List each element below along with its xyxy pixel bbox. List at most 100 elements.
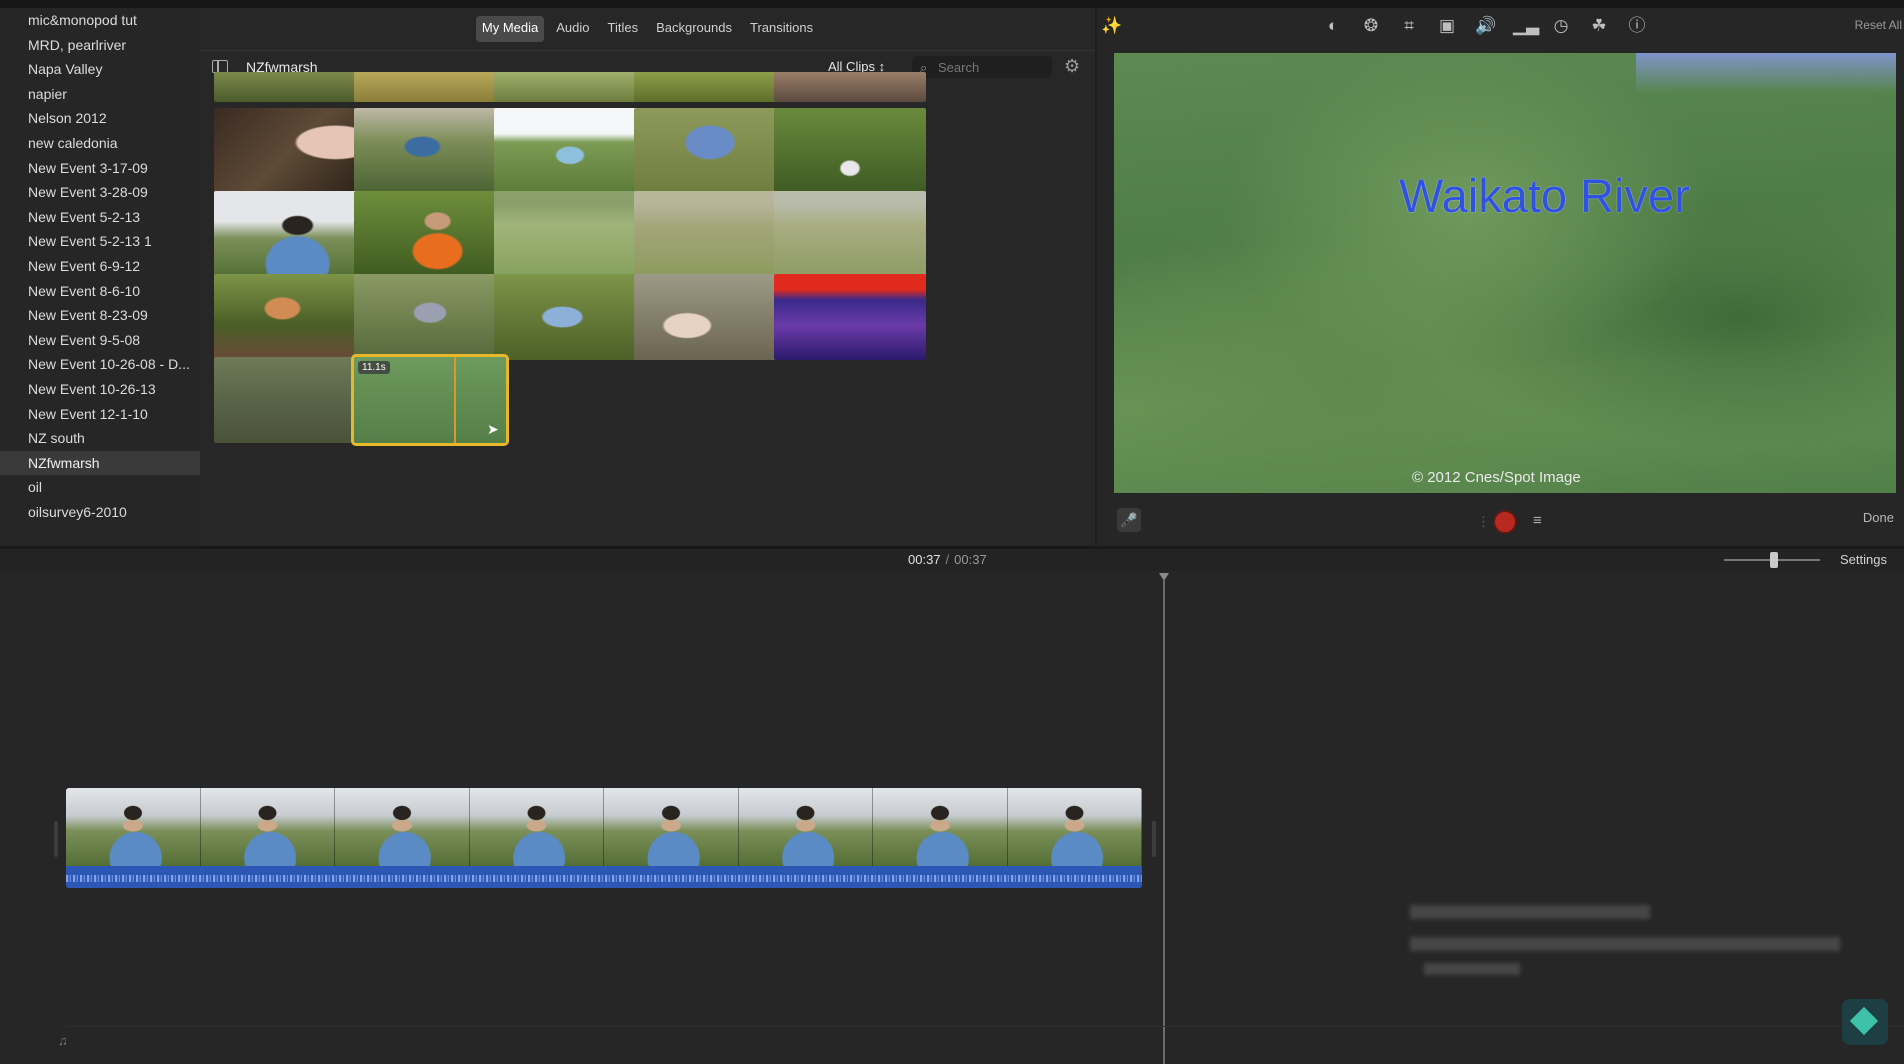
speed-icon[interactable]: ◷ (1551, 16, 1571, 36)
sidebar-item[interactable]: New Event 10-26-13 (0, 377, 200, 402)
sidebar-item[interactable]: New Event 10-26-08 - D... (0, 352, 200, 377)
clip-thumbnail[interactable] (774, 72, 926, 102)
preview-sky (1636, 53, 1896, 93)
clip-trim-handle-left[interactable] (54, 821, 58, 857)
voiceover-options-icon[interactable]: ≡ (1533, 512, 1542, 529)
clip-thumbnail[interactable] (494, 191, 646, 277)
color-balance-icon[interactable]: ◐ (1323, 16, 1343, 36)
sidebar-item[interactable]: Napa Valley (0, 57, 200, 82)
tab-backgrounds[interactable]: Backgrounds (650, 16, 738, 42)
search-field[interactable]: ⌕ (912, 56, 1052, 78)
preview-credit-text: © 2012 Cnes/Spot Image (1412, 469, 1581, 486)
sidebar-item[interactable]: New Event 5-2-13 1 (0, 229, 200, 254)
playhead-line[interactable] (1163, 579, 1165, 1064)
clip-thumbnail[interactable] (494, 72, 646, 102)
clip-thumbnail[interactable] (354, 108, 506, 194)
waveform (66, 875, 1142, 882)
clip-frames (66, 788, 1142, 866)
noise-reduction-icon[interactable]: ▁▃ (1513, 16, 1539, 36)
sidebar-item[interactable]: Nelson 2012 (0, 106, 200, 131)
sidebar-item[interactable]: oilsurvey6-2010 (0, 500, 200, 525)
blurred-region (1424, 963, 1520, 975)
clip-audio-waveform[interactable] (66, 866, 1142, 888)
clip-frame (873, 788, 1008, 866)
gear-icon[interactable]: ⚙ (1064, 57, 1082, 75)
reset-all-button[interactable]: Reset All (1855, 18, 1902, 32)
grip-icon: ⋮ (1477, 514, 1490, 529)
clip-thumbnail[interactable] (214, 357, 366, 443)
clip-thumbnail[interactable] (214, 72, 366, 102)
zoom-slider[interactable] (1724, 552, 1820, 568)
timeline[interactable]: ♫ (0, 571, 1904, 1064)
clip-thumbnail[interactable] (774, 274, 926, 360)
clip-thumbnail-selected[interactable]: 11.1s (351, 354, 509, 446)
stabilization-icon[interactable]: ▣ (1437, 16, 1457, 36)
clip-thumbnail[interactable] (214, 191, 366, 277)
timeline-video-clip[interactable] (66, 788, 1142, 888)
clip-filter-icon[interactable]: ☘ (1589, 16, 1609, 36)
record-button[interactable] (1493, 510, 1517, 534)
sidebar-item[interactable]: New Event 5-2-13 (0, 205, 200, 230)
sidebar-item[interactable]: MRD, pearlriver (0, 33, 200, 58)
clip-thumbnail[interactable] (354, 191, 506, 277)
sidebar-item[interactable]: New Event 3-28-09 (0, 180, 200, 205)
sidebar-item[interactable]: New Event 6-9-12 (0, 254, 200, 279)
clip-thumbnail[interactable] (354, 274, 506, 360)
tab-audio[interactable]: Audio (550, 16, 595, 42)
sidebar-item[interactable]: NZ south (0, 426, 200, 451)
current-time: 00:37 (908, 552, 941, 567)
music-well-divider (66, 1026, 1904, 1027)
clip-thumbnail[interactable] (774, 191, 926, 277)
tab-titles[interactable]: Titles (602, 16, 645, 42)
skimmer-playhead (454, 357, 456, 443)
clip-frame (469, 788, 604, 866)
clip-thumbnail[interactable] (354, 72, 506, 102)
sidebar-item[interactable]: New Event 8-6-10 (0, 279, 200, 304)
clip-thumbnail[interactable] (634, 72, 786, 102)
clip-thumbnail[interactable] (214, 274, 366, 360)
sidebar-item[interactable]: napier (0, 82, 200, 107)
watermark-logo (1842, 999, 1888, 1045)
sidebar-item[interactable]: mic&monopod tut (0, 8, 200, 33)
clip-frame (66, 788, 201, 866)
sidebar-item[interactable]: New Event 3-17-09 (0, 156, 200, 181)
video-preview[interactable]: Waikato River © 2012 Cnes/Spot Image (1114, 53, 1896, 493)
sidebar-item[interactable]: NZfwmarsh (0, 450, 200, 476)
sidebar-item[interactable]: New Event 8-23-09 (0, 303, 200, 328)
clip-thumbnail[interactable] (494, 274, 646, 360)
info-icon[interactable]: ⓘ (1627, 16, 1647, 36)
timeline-toolbar: 00:37 / 00:37 Settings (0, 549, 1904, 571)
done-button[interactable]: Done (1863, 510, 1894, 525)
clip-thumbnail[interactable] (214, 108, 366, 194)
clip-thumbnail[interactable] (494, 108, 646, 194)
clip-thumbnail[interactable] (634, 191, 786, 277)
blurred-region (1410, 937, 1840, 951)
clip-frame (738, 788, 873, 866)
microphone-icon[interactable]: 🎤 (1117, 508, 1141, 532)
clip-duration-badge: 11.1s (358, 361, 390, 374)
clip-thumbnail[interactable] (634, 274, 786, 360)
viewer-toolbar: ✨ ◐ ❂ ⌗ ▣ 🔊 ▁▃ ◷ ☘ ⓘ Reset All (1097, 8, 1904, 44)
timecode: 00:37 / 00:37 (908, 552, 987, 567)
crop-icon[interactable]: ⌗ (1399, 16, 1419, 36)
search-input[interactable] (938, 58, 1046, 76)
volume-icon[interactable]: 🔊 (1475, 16, 1496, 36)
time-separator: / (945, 552, 950, 567)
tab-my-media[interactable]: My Media (475, 16, 545, 42)
magic-wand-icon[interactable]: ✨ (1101, 16, 1122, 36)
blurred-region (1410, 905, 1650, 919)
clip-trim-handle-right[interactable] (1152, 821, 1156, 857)
sidebar-item[interactable]: New Event 12-1-10 (0, 402, 200, 427)
sidebar-item[interactable]: oil (0, 475, 200, 500)
color-correction-icon[interactable]: ❂ (1361, 16, 1381, 36)
media-browser: My Media Audio Titles Backgrounds Transition… (200, 8, 1095, 546)
sidebar-item[interactable]: new caledonia (0, 131, 200, 156)
zoom-slider-knob[interactable] (1770, 552, 1778, 568)
clip-thumbnail[interactable] (774, 108, 926, 194)
library-sidebar: mic&monopod tut MRD, pearlriver Napa Valle… (0, 8, 200, 546)
clip-thumbnail[interactable] (634, 108, 786, 194)
timeline-settings-button[interactable]: Settings (1840, 552, 1887, 567)
tab-transitions[interactable]: Transitions (744, 16, 819, 42)
preview-title-text: Waikato River (1399, 169, 1690, 222)
sidebar-item[interactable]: New Event 9-5-08 (0, 328, 200, 353)
